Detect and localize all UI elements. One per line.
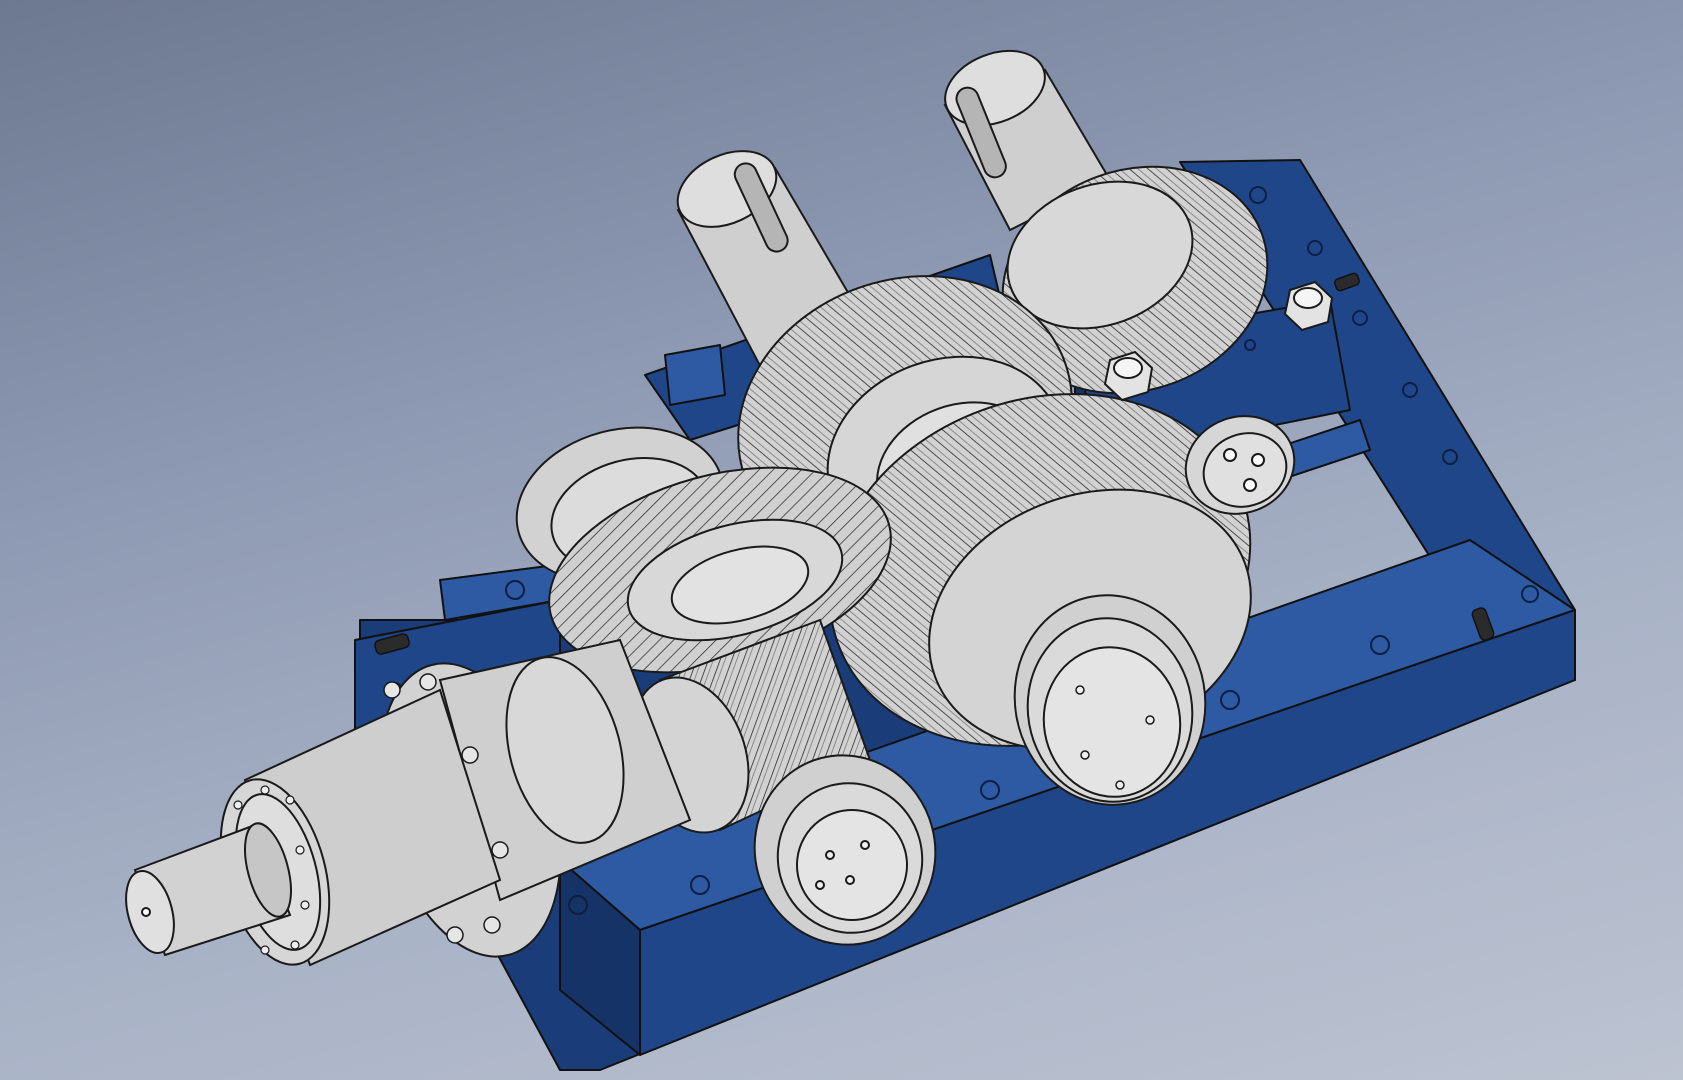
gearbox-render xyxy=(125,49,1576,1071)
cad-viewport[interactable] xyxy=(0,0,1683,1080)
